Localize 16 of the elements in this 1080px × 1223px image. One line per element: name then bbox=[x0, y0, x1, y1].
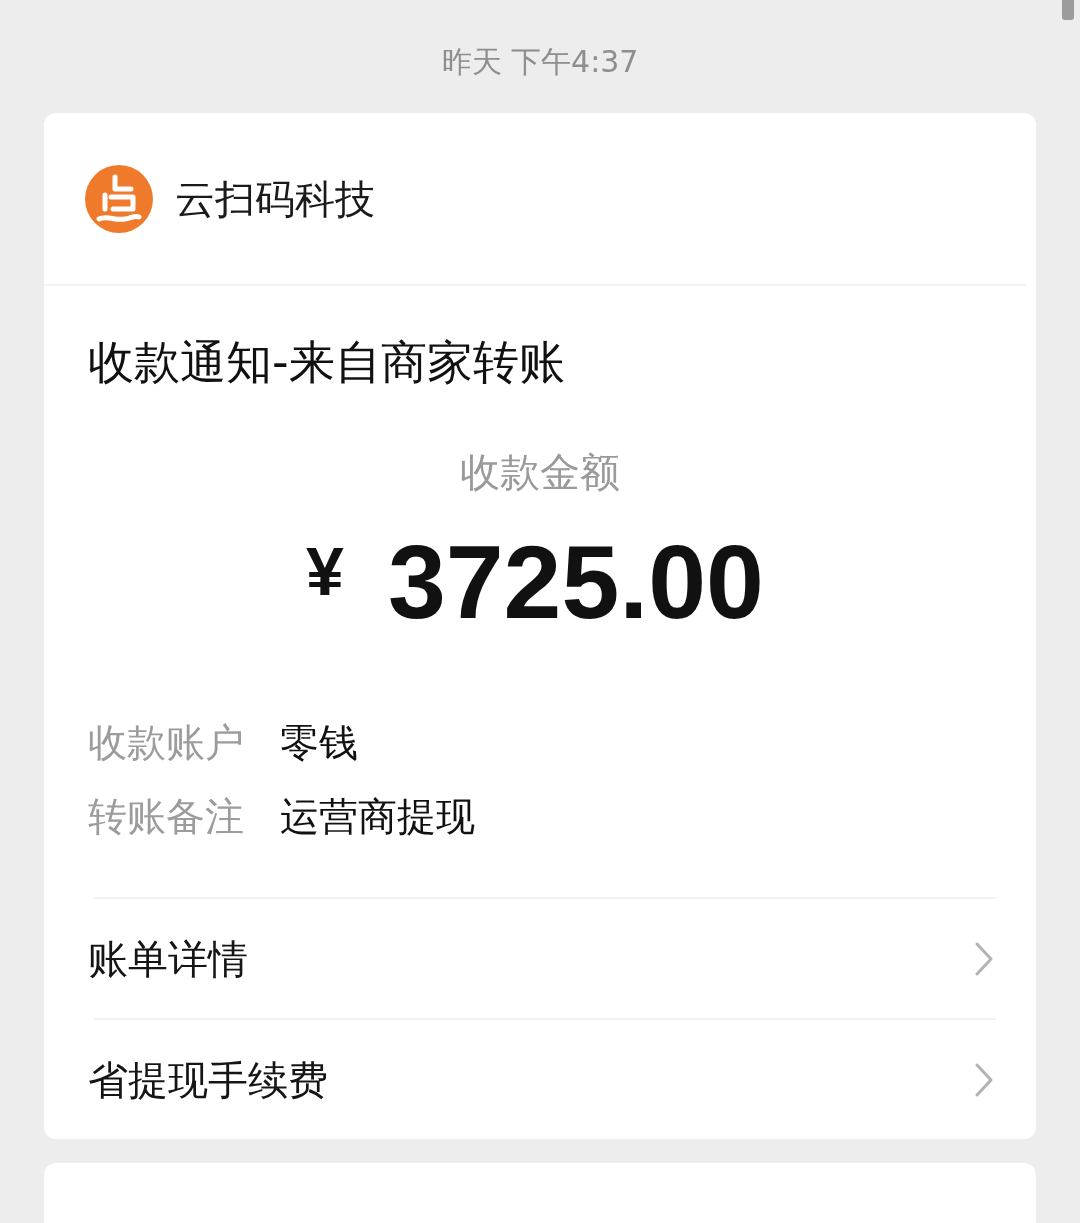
detail-label: 转账备注 bbox=[88, 794, 244, 842]
logo-icon bbox=[85, 164, 153, 233]
amount-value: 3725.00 bbox=[387, 529, 764, 634]
notice-title: 收款通知-来自商家转账 bbox=[88, 334, 565, 391]
chevron-icon bbox=[974, 940, 994, 977]
amount-label: 收款金额 bbox=[460, 449, 620, 494]
scrollbar-thumb bbox=[1062, 0, 1074, 20]
detail-label: 收款账户 bbox=[88, 719, 244, 767]
currency-symbol: ¥ bbox=[306, 536, 344, 605]
link-row[interactable]: 账单详情 bbox=[88, 899, 996, 1019]
message-time: 昨天 下午4:37 bbox=[441, 45, 639, 78]
detail-value: 运营商提现 bbox=[280, 794, 475, 842]
link-row[interactable]: 省提现手续费 bbox=[88, 1020, 996, 1140]
merchant-name: 云扫码科技 bbox=[175, 176, 375, 221]
detail-value: 零钱 bbox=[280, 719, 358, 767]
chevron-icon bbox=[974, 1061, 994, 1098]
